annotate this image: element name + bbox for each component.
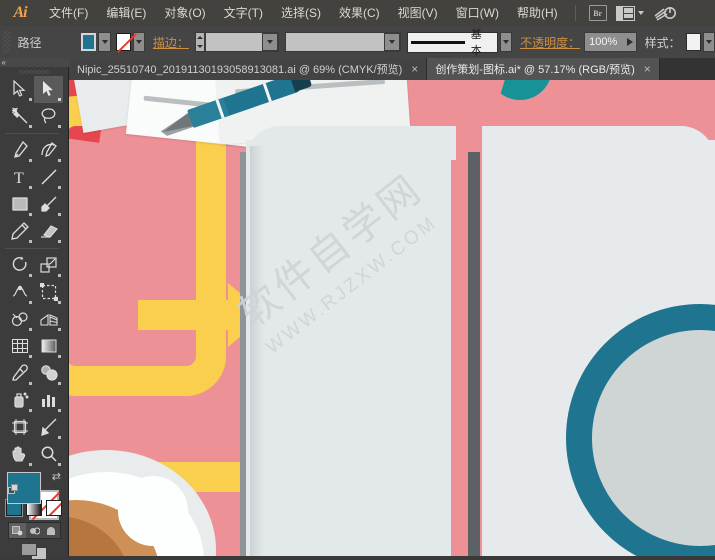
- menu-effect[interactable]: 效果(C): [330, 0, 389, 26]
- menu-window[interactable]: 窗口(W): [447, 0, 508, 26]
- fill-swatch[interactable]: [80, 33, 97, 51]
- eraser-tool[interactable]: [34, 218, 63, 245]
- hand-tool[interactable]: [5, 441, 34, 468]
- shape-builder-tool[interactable]: [5, 306, 34, 333]
- menu-help[interactable]: 帮助(H): [508, 0, 567, 26]
- default-fill-stroke-icon[interactable]: [8, 484, 19, 495]
- pen-tool[interactable]: [5, 137, 34, 164]
- scale-tool[interactable]: [34, 252, 63, 279]
- type-tool[interactable]: T: [5, 164, 34, 191]
- draw-behind-icon[interactable]: [26, 523, 43, 538]
- variable-width-profile[interactable]: [284, 32, 401, 52]
- stroke-weight-stepper[interactable]: [194, 32, 205, 52]
- stroke-weight-dropdown[interactable]: [261, 33, 278, 51]
- brush-definition[interactable]: 基本: [406, 29, 498, 57]
- fill-stroke-controls: ⇄: [7, 471, 61, 520]
- swap-fill-stroke-icon[interactable]: ⇄: [52, 471, 61, 483]
- selection-type-label: 路径: [17, 35, 42, 50]
- opacity-label[interactable]: 不透明度：: [520, 34, 580, 51]
- artwork: 软件自学网 WWW.RJZXW.COM: [68, 80, 715, 556]
- control-bar: 路径 描边： 基本 不透明度： 100% 样式：: [0, 26, 715, 59]
- stroke-weight-field[interactable]: [204, 32, 279, 52]
- variable-width-dropdown[interactable]: [383, 33, 400, 51]
- collapse-panel-icon[interactable]: «: [2, 58, 7, 67]
- curvature-tool[interactable]: [34, 137, 63, 164]
- paintbrush-tool[interactable]: [34, 191, 63, 218]
- tools-panel: « T ⇄: [0, 58, 70, 560]
- style-label: 样式：: [644, 35, 681, 50]
- width-tool[interactable]: [5, 279, 34, 306]
- brush-preview-icon: [410, 40, 465, 44]
- menu-object[interactable]: 对象(O): [155, 0, 214, 26]
- artwork-cup-handle: [118, 476, 188, 546]
- svg-text:T: T: [14, 170, 24, 186]
- brush-name-label: 基本: [470, 29, 482, 57]
- document-tab-2-title: 创作策划-图标.ai* @ 57.17% (RGB/预览): [435, 64, 635, 76]
- direct-selection-tool[interactable]: [34, 75, 63, 103]
- lasso-tool[interactable]: [34, 103, 63, 130]
- brush-dropdown[interactable]: [499, 32, 513, 52]
- artwork-book-left-page: [246, 140, 451, 556]
- line-segment-tool[interactable]: [34, 164, 63, 191]
- change-screen-mode-icon[interactable]: [21, 543, 47, 560]
- stroke-swatch[interactable]: [115, 33, 131, 51]
- artwork-book-left-shadow: [250, 146, 264, 556]
- opacity-input[interactable]: 100%: [584, 32, 637, 52]
- tools-panel-header[interactable]: «: [0, 58, 70, 67]
- drawing-mode-buttons: [7, 522, 61, 539]
- document-tab-2[interactable]: 创作策划-图标.ai* @ 57.17% (RGB/预览) ×: [427, 58, 660, 80]
- magic-wand-tool[interactable]: [5, 103, 34, 130]
- graphic-style-dropdown[interactable]: [702, 32, 715, 52]
- arrange-documents-icon[interactable]: [615, 4, 645, 22]
- gradient-tool[interactable]: [34, 333, 63, 360]
- draw-inside-icon[interactable]: [43, 523, 60, 538]
- bridge-icon[interactable]: Br: [587, 4, 609, 22]
- pencil-tool[interactable]: [5, 218, 34, 245]
- column-graph-tool[interactable]: [34, 387, 63, 414]
- document-tab-1-title: Nipic_25510740_20191130193058913081.ai @…: [77, 64, 403, 76]
- control-bar-grip[interactable]: [3, 31, 10, 53]
- document-tab-1[interactable]: Nipic_25510740_20191130193058913081.ai @…: [69, 58, 428, 80]
- artboard-canvas[interactable]: 软件自学网 WWW.RJZXW.COM: [68, 80, 715, 556]
- draw-normal-icon[interactable]: [8, 523, 26, 538]
- menu-edit[interactable]: 编辑(E): [97, 0, 155, 26]
- graphic-style-swatch[interactable]: [685, 33, 701, 51]
- artboard-tool[interactable]: [5, 414, 34, 441]
- color-mode-none[interactable]: [46, 500, 62, 516]
- chevron-down-icon: [637, 11, 644, 15]
- blend-tool[interactable]: [34, 360, 63, 387]
- rectangle-tool[interactable]: [5, 191, 34, 218]
- artwork-book-right-spine: [468, 152, 480, 556]
- tools-divider-2: [5, 247, 59, 249]
- tools-divider-1: [5, 132, 59, 134]
- menu-select[interactable]: 选择(S): [272, 0, 330, 26]
- document-tab-1-close-icon[interactable]: ×: [411, 63, 418, 75]
- zoom-tool[interactable]: [34, 441, 63, 468]
- opacity-flyout-icon[interactable]: [626, 38, 633, 46]
- free-transform-tool[interactable]: [34, 279, 63, 306]
- artwork-arrow-stem: [138, 300, 238, 330]
- menu-bar: Ai 文件(F) 编辑(E) 对象(O) 文字(T) 选择(S) 效果(C) 视…: [0, 0, 715, 27]
- menu-file[interactable]: 文件(F): [40, 0, 97, 26]
- tools-grid: T: [5, 75, 63, 468]
- stroke-weight-label[interactable]: 描边：: [153, 34, 189, 51]
- document-tab-bar: Nipic_25510740_20191130193058913081.ai @…: [0, 58, 715, 80]
- tools-panel-drag-handle[interactable]: [19, 70, 49, 74]
- menu-type[interactable]: 文字(T): [215, 0, 272, 26]
- fill-dropdown[interactable]: [98, 32, 111, 52]
- workspace-switcher-icon[interactable]: [651, 4, 679, 22]
- selection-tool[interactable]: [5, 76, 34, 103]
- menu-view[interactable]: 视图(V): [389, 0, 447, 26]
- menubar-divider: [574, 5, 576, 21]
- rotate-tool[interactable]: [5, 252, 34, 279]
- mesh-tool[interactable]: [5, 333, 34, 360]
- eyedropper-tool[interactable]: [5, 360, 34, 387]
- perspective-grid-tool[interactable]: [34, 306, 63, 333]
- app-logo-icon: Ai: [13, 4, 27, 21]
- illustrator-window: Ai 文件(F) 编辑(E) 对象(O) 文字(T) 选择(S) 效果(C) 视…: [0, 0, 715, 560]
- document-tab-2-close-icon[interactable]: ×: [644, 63, 651, 75]
- symbol-sprayer-tool[interactable]: [5, 387, 34, 414]
- slice-tool[interactable]: [34, 414, 63, 441]
